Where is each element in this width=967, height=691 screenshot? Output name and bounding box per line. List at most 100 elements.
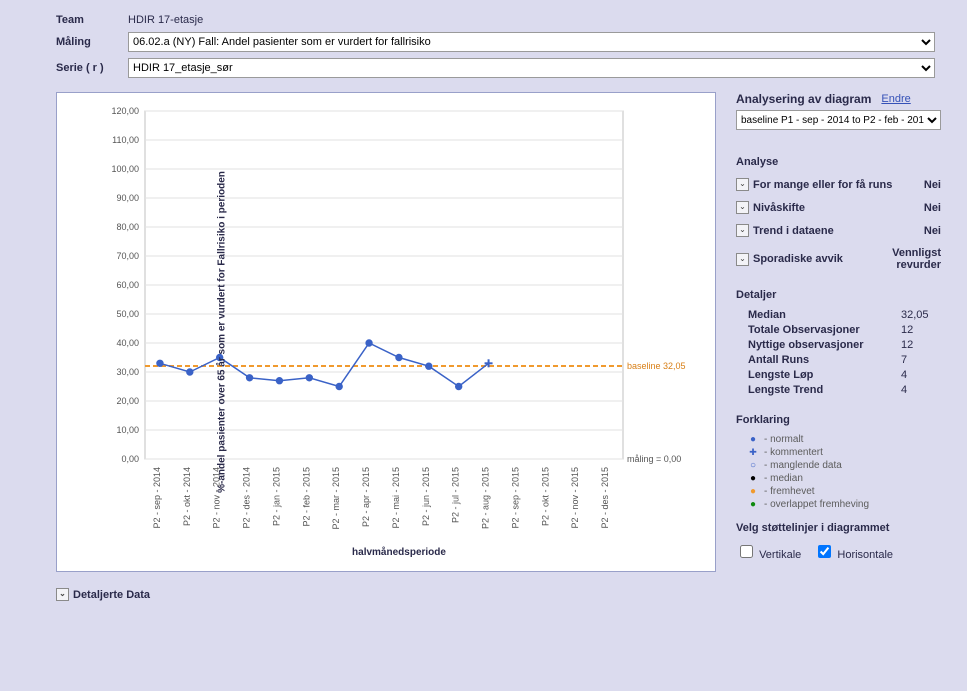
analysis-title: Analysering av diagram (736, 92, 871, 106)
svg-text:P2 - sep - 2015: P2 - sep - 2015 (510, 467, 520, 529)
team-value: HDIR 17-etasje (128, 14, 203, 26)
detail-row: Totale Observasjoner12 (748, 324, 941, 336)
grid-vertical-option[interactable]: Vertikale (736, 549, 804, 561)
analysis-item[interactable]: ⌄ Trend i dataeneNei (736, 224, 941, 237)
legend-label: - overlappet fremheving (764, 499, 869, 510)
detail-row: Median32,05 (748, 309, 941, 321)
y-axis-label: %-andel pasienter over 65 år som er vurd… (216, 171, 227, 493)
detail-value: 4 (901, 369, 941, 381)
legend-item: - normalt (748, 434, 941, 445)
svg-text:0,00: 0,00 (121, 454, 139, 464)
svg-text:P2 - apr - 2015: P2 - apr - 2015 (361, 467, 371, 527)
analysis-value: Nei (924, 225, 941, 237)
svg-text:baseline 32,05: baseline 32,05 (627, 361, 686, 371)
svg-text:50,00: 50,00 (116, 309, 139, 319)
detail-value: 12 (901, 324, 941, 336)
analysis-item[interactable]: ⌄ For mange eller for få runsNei (736, 178, 941, 191)
svg-text:70,00: 70,00 (116, 251, 139, 261)
legend-item: - median (748, 473, 941, 484)
legend-item: - overlappet fremheving (748, 499, 941, 510)
legend-marker-icon (748, 447, 758, 458)
grid-horizontal-checkbox[interactable] (818, 545, 831, 558)
svg-text:30,00: 30,00 (116, 367, 139, 377)
svg-text:80,00: 80,00 (116, 222, 139, 232)
serie-label: Serie ( r ) (56, 62, 128, 74)
legend-label: - normalt (764, 434, 803, 445)
svg-text:P2 - jul - 2015: P2 - jul - 2015 (451, 467, 461, 523)
analysis-label: Trend i dataene (753, 225, 924, 237)
team-label: Team (56, 14, 128, 26)
svg-text:120,00: 120,00 (111, 106, 139, 116)
details-heading: Detaljer (736, 289, 941, 301)
run-chart: 0,0010,0020,0030,0040,0050,0060,0070,008… (97, 105, 697, 545)
legend-heading: Forklaring (736, 414, 941, 426)
svg-text:20,00: 20,00 (116, 396, 139, 406)
svg-text:40,00: 40,00 (116, 338, 139, 348)
chevron-down-icon: ⌄ (736, 224, 749, 237)
analysis-value: Vennligst revurder (861, 247, 941, 271)
svg-text:P2 - mai - 2015: P2 - mai - 2015 (391, 467, 401, 529)
legend-marker-icon (748, 486, 758, 497)
analysis-item[interactable]: ⌄ Sporadiske avvikVennligst revurder (736, 247, 941, 271)
svg-text:P2 - feb - 2015: P2 - feb - 2015 (301, 467, 311, 527)
legend-label: - fremhevet (764, 486, 815, 497)
svg-text:P2 - jan - 2015: P2 - jan - 2015 (271, 467, 281, 526)
legend-label: - kommentert (764, 447, 823, 458)
analysis-label: Sporadiske avvik (753, 253, 861, 265)
legend-label: - median (764, 473, 803, 484)
detail-value: 4 (901, 384, 941, 396)
svg-text:100,00: 100,00 (111, 164, 139, 174)
detail-label: Nyttige observasjoner (748, 339, 901, 351)
svg-text:110,00: 110,00 (112, 135, 139, 145)
analysis-value: Nei (924, 202, 941, 214)
legend-marker-icon (748, 499, 758, 510)
chevron-down-icon: ⌄ (736, 201, 749, 214)
detail-value: 12 (901, 339, 941, 351)
detail-label: Median (748, 309, 901, 321)
edit-link[interactable]: Endre (881, 93, 910, 105)
x-axis-label: halvmånedsperiode (97, 547, 701, 558)
legend-label: - manglende data (764, 460, 842, 471)
svg-text:P2 - okt - 2014: P2 - okt - 2014 (182, 467, 192, 526)
grid-vertical-checkbox[interactable] (740, 545, 753, 558)
analysis-value: Nei (924, 179, 941, 191)
legend-item: - fremhevet (748, 486, 941, 497)
chevron-down-icon: ⌄ (736, 253, 749, 266)
svg-text:P2 - des - 2014: P2 - des - 2014 (242, 467, 252, 529)
detail-row: Lengste Trend4 (748, 384, 941, 396)
detail-row: Antall Runs7 (748, 354, 941, 366)
detail-value: 32,05 (901, 309, 941, 321)
measure-select[interactable]: 06.02.a (NY) Fall: Andel pasienter som e… (128, 32, 935, 52)
detail-row: Lengste Løp4 (748, 369, 941, 381)
chart-container: %-andel pasienter over 65 år som er vurd… (56, 92, 716, 572)
svg-text:P2 - aug - 2015: P2 - aug - 2015 (481, 467, 491, 529)
detail-label: Lengste Løp (748, 369, 901, 381)
measure-label: Måling (56, 36, 128, 48)
chevron-down-icon: ⌄ (736, 178, 749, 191)
svg-text:P2 - nov - 2015: P2 - nov - 2015 (570, 467, 580, 529)
svg-text:90,00: 90,00 (116, 193, 139, 203)
legend-item: - manglende data (748, 460, 941, 471)
analysis-heading: Analyse (736, 156, 941, 168)
legend-item: - kommentert (748, 447, 941, 458)
svg-text:10,00: 10,00 (116, 425, 139, 435)
detail-label: Antall Runs (748, 354, 901, 366)
analysis-item[interactable]: ⌄ NivåskifteNei (736, 201, 941, 214)
svg-text:P2 - jun - 2015: P2 - jun - 2015 (421, 467, 431, 526)
baseline-select[interactable]: baseline P1 - sep - 2014 to P2 - feb - 2… (736, 110, 941, 130)
detail-label: Totale Observasjoner (748, 324, 901, 336)
detail-label: Lengste Trend (748, 384, 901, 396)
detail-row: Nyttige observasjoner12 (748, 339, 941, 351)
analysis-label: For mange eller for få runs (753, 179, 924, 191)
serie-select[interactable]: HDIR 17_etasje_sør (128, 58, 935, 78)
analysis-label: Nivåskifte (753, 202, 924, 214)
svg-text:P2 - mar - 2015: P2 - mar - 2015 (331, 467, 341, 530)
gridlines-heading: Velg støttelinjer i diagrammet (736, 522, 941, 534)
svg-text:P2 - des - 2015: P2 - des - 2015 (600, 467, 610, 529)
legend-marker-icon (748, 460, 758, 471)
grid-horizontal-option[interactable]: Horisontale (814, 549, 893, 561)
detail-value: 7 (901, 354, 941, 366)
legend-marker-icon (748, 473, 758, 484)
svg-text:måling = 0,00: måling = 0,00 (627, 454, 681, 464)
detailed-data-toggle[interactable]: ⌄ Detaljerte Data (56, 588, 716, 601)
